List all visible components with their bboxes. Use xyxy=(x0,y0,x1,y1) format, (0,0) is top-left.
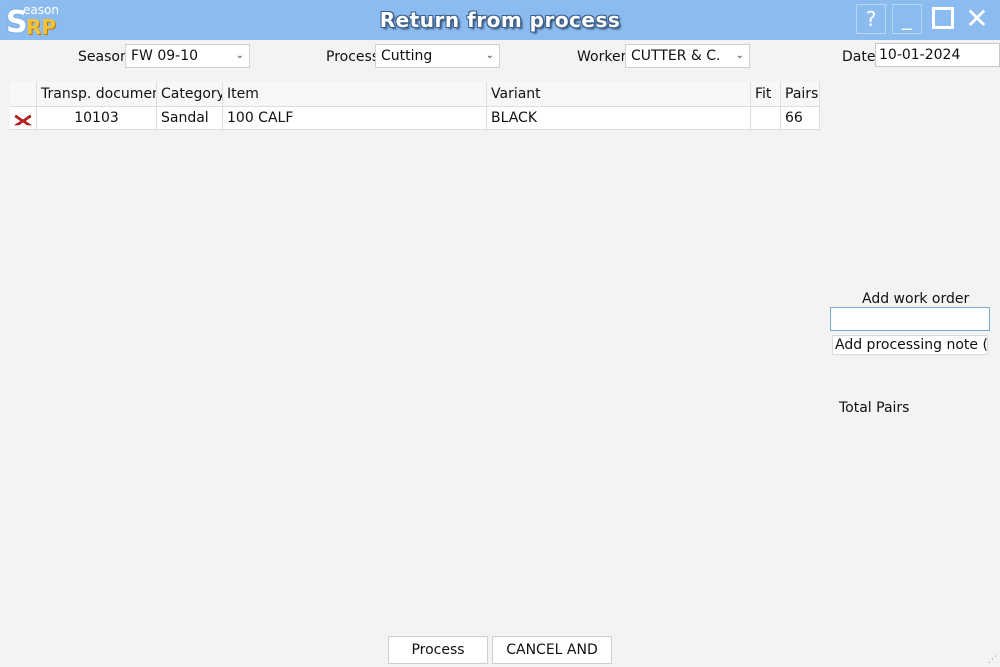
add-processing-note-button[interactable]: Add processing note (R= xyxy=(832,335,988,355)
column-header-pairs[interactable]: Pairs xyxy=(781,82,820,106)
grid-header: Transp. document Category Item Variant F… xyxy=(10,82,820,106)
cell-pairs: 66 xyxy=(781,107,820,131)
date-label: Date xyxy=(842,49,876,65)
column-header-item[interactable]: Item xyxy=(223,82,487,106)
date-value: 10-01-2024 xyxy=(879,47,961,63)
resize-grip-icon[interactable]: ⋰ xyxy=(988,655,998,665)
worker-value: CUTTER & C. xyxy=(631,48,721,64)
column-header-action xyxy=(10,82,37,106)
title-bar: S eason RP Return from process ? _ ✕ xyxy=(0,0,1000,40)
chevron-down-icon: ⌄ xyxy=(485,50,494,61)
window-title: Return from process xyxy=(379,8,621,32)
work-order-input[interactable] xyxy=(830,307,990,331)
minimize-icon: _ xyxy=(902,6,912,30)
close-button[interactable]: ✕ xyxy=(962,4,992,34)
process-value: Cutting xyxy=(381,48,433,64)
process-select[interactable]: Cutting ⌄ xyxy=(375,44,500,68)
delete-x-icon xyxy=(14,114,32,126)
total-pairs-label: Total Pairs xyxy=(839,400,910,416)
worker-label: Worker xyxy=(577,49,627,65)
column-header-document[interactable]: Transp. document xyxy=(37,82,157,106)
process-label: Process xyxy=(326,49,380,65)
delete-row-button[interactable] xyxy=(10,107,37,131)
help-icon: ? xyxy=(865,7,877,31)
maximize-icon xyxy=(932,7,954,29)
table-row[interactable]: 10103 Sandal 100 CALF BLACK 66 xyxy=(10,106,820,131)
chevron-down-icon: ⌄ xyxy=(735,50,744,61)
cell-fit xyxy=(751,107,781,131)
minimize-button[interactable]: _ xyxy=(892,4,922,34)
cell-document: 10103 xyxy=(37,107,157,131)
cancel-exit-button[interactable]: CANCEL AND EXIT xyxy=(492,636,612,664)
cell-category: Sandal xyxy=(157,107,223,131)
date-field[interactable]: 10-01-2024 xyxy=(875,43,1000,67)
process-button[interactable]: Process xyxy=(388,636,488,664)
worker-select[interactable]: CUTTER & C. ⌄ xyxy=(625,44,750,68)
season-label: Season xyxy=(78,49,129,65)
column-header-variant[interactable]: Variant xyxy=(487,82,751,106)
maximize-button[interactable] xyxy=(928,4,958,34)
chevron-down-icon: ⌄ xyxy=(235,50,244,61)
season-select[interactable]: FW 09-10 ⌄ xyxy=(125,44,250,68)
column-header-category[interactable]: Category xyxy=(157,82,223,106)
column-header-fit[interactable]: Fit xyxy=(751,82,781,106)
add-work-order-label: Add work order xyxy=(862,291,970,307)
season-value: FW 09-10 xyxy=(131,48,199,64)
cell-item: 100 CALF xyxy=(223,107,487,131)
close-icon: ✕ xyxy=(965,2,989,35)
help-button[interactable]: ? xyxy=(856,4,886,34)
cell-variant: BLACK xyxy=(487,107,751,131)
